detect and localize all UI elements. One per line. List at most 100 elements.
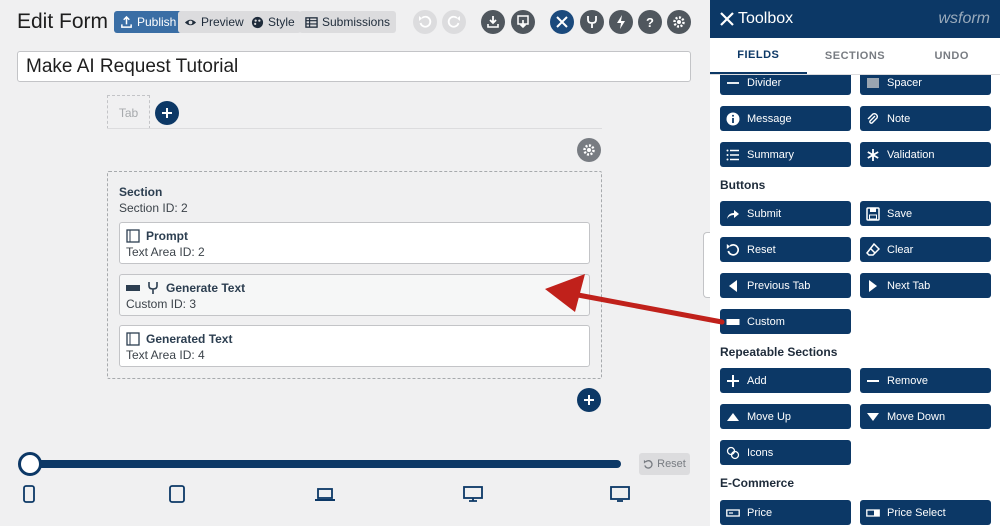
download-icon [487, 16, 499, 28]
next-tab-label: Next Tab [887, 279, 931, 292]
breakpoint-reset-button[interactable]: Reset [639, 453, 690, 475]
add-tab-button[interactable] [155, 101, 179, 125]
publish-button[interactable]: Publish [114, 11, 183, 33]
field-remove-button[interactable]: Remove [860, 368, 991, 393]
toolbox-title: Toolbox [738, 10, 794, 27]
page-title: Edit Form [17, 10, 109, 33]
summary-label: Summary [747, 148, 795, 161]
desktop-icon [463, 486, 483, 502]
gear-icon [583, 144, 595, 156]
publish-label: Publish [137, 15, 177, 29]
submissions-label: Submissions [322, 15, 391, 29]
tab-sections[interactable]: SECTIONS [807, 38, 904, 74]
field-divider-button[interactable]: Divider [720, 75, 851, 95]
bolt-icon [617, 15, 625, 29]
toolbox-button[interactable] [550, 10, 574, 34]
actions-button[interactable] [609, 10, 633, 34]
paperclip-icon [867, 112, 878, 124]
breakpoint-slider-track[interactable] [30, 460, 621, 468]
field-move-down-button[interactable]: Move Down [860, 404, 991, 429]
style-label: Style [268, 15, 295, 29]
form-section[interactable]: Section Section ID: 2 Prompt Text Area I… [107, 171, 602, 379]
toolbox-fields-list[interactable]: Divider Spacer Message Note Summary Vali… [710, 75, 1000, 526]
field-price-button[interactable]: Price [720, 500, 851, 525]
large-desktop-icon [610, 486, 630, 502]
reset-label: Reset [657, 458, 686, 470]
toolbox-panel: Toolbox wsform FIELDS SECTIONS UNDO Divi… [710, 0, 1000, 526]
field-clear-button[interactable]: Clear [860, 237, 991, 262]
field-previous-tab-button[interactable]: Previous Tab [720, 273, 851, 298]
field-generated-text[interactable]: Generated Text Text Area ID: 4 [119, 325, 590, 367]
field-move-up-button[interactable]: Move Up [720, 404, 851, 429]
help-button[interactable]: ? [638, 10, 662, 34]
svg-text:?: ? [646, 15, 654, 29]
submit-label: Submit [747, 207, 782, 220]
price-icon [726, 508, 740, 517]
wsform-logo: wsform [938, 10, 990, 27]
field-meta: Text Area ID: 2 [126, 245, 205, 259]
toolbox-tabs: FIELDS SECTIONS UNDO [710, 38, 1000, 75]
tools-icon [556, 16, 568, 28]
price-select-icon [866, 508, 880, 517]
spacer-icon [867, 77, 879, 88]
section-title: Section [119, 185, 163, 199]
field-add-button[interactable]: Add [720, 368, 851, 393]
tab-undo[interactable]: UNDO [903, 38, 1000, 74]
form-name-input[interactable]: Make AI Request Tutorial [17, 51, 691, 82]
preview-button[interactable]: Preview [178, 11, 250, 33]
field-custom-button[interactable]: Custom [720, 309, 851, 334]
large-desktop-breakpoint[interactable] [610, 484, 630, 504]
laptop-breakpoint[interactable] [315, 484, 335, 504]
gear-icon [673, 16, 685, 28]
field-next-tab-button[interactable]: Next Tab [860, 273, 991, 298]
settings-button[interactable] [667, 10, 691, 34]
preview-label: Preview [201, 15, 244, 29]
undo-button[interactable] [413, 10, 437, 34]
reset-icon [644, 459, 653, 469]
redo-icon [447, 15, 460, 28]
tab-1[interactable]: Tab [107, 95, 150, 129]
conditional-logic-button[interactable] [580, 10, 604, 34]
field-prompt[interactable]: Prompt Text Area ID: 2 [119, 222, 590, 264]
field-price-select-button[interactable]: Price Select [860, 500, 991, 525]
icons-label: Icons [747, 446, 774, 459]
triangle-right-icon [869, 279, 877, 292]
import-button[interactable] [481, 10, 505, 34]
editor-header: Edit Form Publish Preview Style Submissi… [0, 0, 710, 44]
field-generate-text[interactable]: Generate Text Custom ID: 3 [119, 274, 590, 316]
mobile-breakpoint[interactable] [22, 484, 36, 504]
toolbox-header: Toolbox wsform [710, 0, 1000, 38]
field-validation-button[interactable]: Validation [860, 142, 991, 167]
triangle-up-icon [727, 412, 739, 421]
tablet-icon [169, 485, 185, 503]
submissions-button[interactable]: Submissions [299, 11, 397, 33]
tablet-breakpoint[interactable] [168, 484, 186, 504]
field-reset-button[interactable]: Reset [720, 237, 851, 262]
reset-label: Reset [747, 243, 776, 256]
field-note-button[interactable]: Note [860, 106, 991, 131]
export-icon [517, 15, 529, 29]
section-meta: Section ID: 2 [119, 201, 188, 215]
laptop-icon [315, 488, 335, 501]
desktop-breakpoint[interactable] [463, 484, 483, 504]
field-summary-button[interactable]: Summary [720, 142, 851, 167]
field-spacer-button[interactable]: Spacer [860, 75, 991, 95]
reset-icon [726, 243, 740, 256]
branch-icon [587, 16, 597, 28]
info-icon [726, 112, 740, 125]
field-save-button[interactable]: Save [860, 201, 991, 226]
style-button[interactable]: Style [245, 11, 301, 33]
field-meta: Custom ID: 3 [126, 297, 197, 311]
tab-fields[interactable]: FIELDS [710, 38, 807, 74]
breakpoint-slider-handle[interactable] [18, 452, 42, 476]
field-message-button[interactable]: Message [720, 106, 851, 131]
add-section-button[interactable] [577, 388, 601, 412]
remove-label: Remove [887, 374, 928, 387]
tab-settings-button[interactable] [577, 138, 601, 162]
field-icons-button[interactable]: Icons [720, 440, 851, 465]
triangle-left-icon [729, 279, 737, 292]
redo-button[interactable] [442, 10, 466, 34]
share-arrow-icon [727, 209, 739, 219]
field-submit-button[interactable]: Submit [720, 201, 851, 226]
export-button[interactable] [511, 10, 535, 34]
